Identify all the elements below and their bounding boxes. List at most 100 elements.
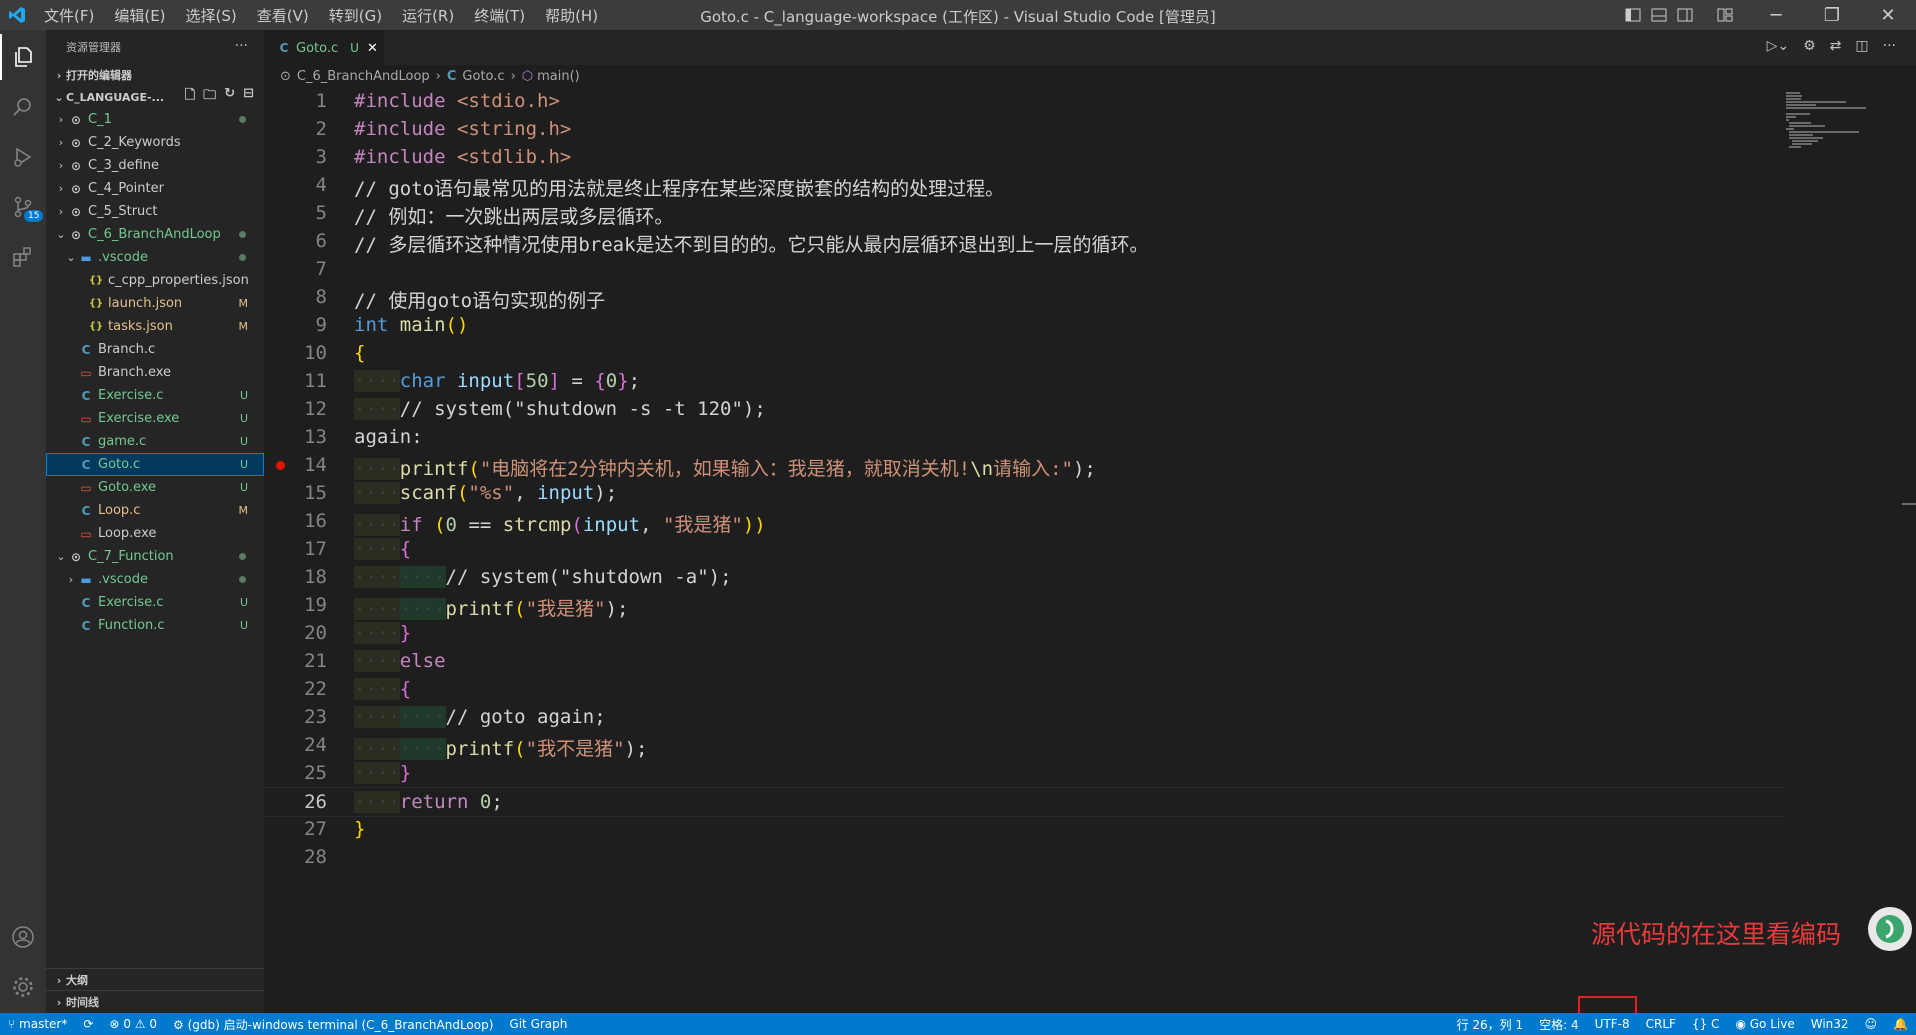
restore-icon[interactable]: ❐ [1804, 0, 1860, 30]
tree-item[interactable]: C Exercise.c U [46, 384, 264, 407]
gear-icon[interactable]: ⚙ [1803, 38, 1816, 54]
extensions-icon[interactable] [0, 234, 46, 280]
scrollbar-track[interactable] [1902, 87, 1916, 1007]
tree-item[interactable]: Cgame.c U [46, 430, 264, 453]
settings-gear-icon[interactable] [0, 964, 46, 1010]
menu-selection[interactable]: 选择(S) [176, 5, 247, 26]
tree-item[interactable]: ▭ Exercise.exe U [46, 407, 264, 430]
minimize-icon[interactable]: ─ [1748, 0, 1804, 30]
git-graph-button[interactable]: Git Graph [501, 1017, 575, 1031]
cursor-position[interactable]: 行 26，列 1 [1449, 1016, 1532, 1033]
code-line: 7 [264, 255, 1784, 283]
end-of-line[interactable]: CRLF [1638, 1017, 1684, 1031]
toggle-panel-icon[interactable] [1646, 0, 1672, 30]
branch-status[interactable]: ⑂ master* [0, 1017, 75, 1031]
menu-terminal[interactable]: 终端(T) [464, 5, 535, 26]
chevron-right-icon: › [58, 205, 64, 218]
collapse-all-icon[interactable]: ⊟ [243, 86, 254, 108]
warning-icon: ⚠ [134, 1017, 146, 1031]
notifications-bell-icon[interactable]: 🔔 [1885, 1017, 1916, 1031]
code-line: 18 ········// system("shutdown -a"); [264, 563, 1784, 591]
code-line: 25 ····} [264, 759, 1784, 787]
more-actions-icon[interactable]: ··· [1883, 38, 1896, 54]
language-label: C [1711, 1017, 1720, 1031]
modified-dot-icon [239, 231, 246, 238]
tree-item[interactable]: C Exercise.c U [46, 591, 264, 614]
toggle-primary-sidebar-icon[interactable] [1620, 0, 1646, 30]
tree-item[interactable]: ▭ Goto.exe U [46, 476, 264, 499]
debug-config-status[interactable]: ⚙ (gdb) 启动-windows terminal (C_6_BranchA… [165, 1016, 501, 1033]
tree-item[interactable]: {} c_cpp_properties.json [46, 269, 264, 292]
code-line: 15 ····scanf("%s", input); [264, 479, 1784, 507]
search-icon[interactable] [0, 84, 46, 130]
run-file-icon[interactable]: ▷⌄ [1767, 38, 1790, 54]
chevron-down-icon: ⌄ [66, 251, 76, 264]
tree-item[interactable]: {} tasks.json M [46, 315, 264, 338]
tree-item[interactable]: › ⊙ C_2_Keywords [46, 131, 264, 154]
git-status-badge: M [238, 320, 249, 333]
tree-item[interactable]: C Branch.c [46, 338, 264, 361]
git-compare-icon[interactable]: ⇄ [1830, 38, 1842, 54]
indentation[interactable]: 空格: 4 [1531, 1016, 1587, 1033]
breadcrumb-folder[interactable]: C_6_BranchAndLoop [297, 69, 430, 84]
minimap[interactable] [1786, 90, 1876, 150]
close-icon[interactable]: ✕ [1860, 0, 1916, 30]
tab-goto-c[interactable]: C Goto.c U ✕ [264, 30, 384, 65]
tab-status: U [350, 41, 359, 55]
run-debug-icon[interactable] [0, 134, 46, 180]
toggle-secondary-sidebar-icon[interactable] [1672, 0, 1698, 30]
encoding[interactable]: UTF-8 [1587, 1017, 1638, 1031]
language-mode[interactable]: {} C [1684, 1017, 1728, 1031]
tab-close-icon[interactable]: ✕ [367, 41, 378, 56]
sync-icon[interactable]: ⟳ [75, 1017, 101, 1031]
c-file-icon: C [81, 388, 91, 403]
tree-item-label: Exercise.c [98, 595, 164, 610]
go-live-button[interactable]: ◉ Go Live [1727, 1017, 1802, 1031]
tree-item[interactable]: ▭ Loop.exe [46, 522, 264, 545]
tree-item[interactable]: ▭ Branch.exe [46, 361, 264, 384]
json-file-icon: {} [88, 321, 104, 332]
tree-item[interactable]: ⌄ ▬ .vscode [46, 246, 264, 269]
explorer-more-icon[interactable]: ··· [235, 38, 248, 54]
menu-run[interactable]: 运行(R) [392, 5, 464, 26]
git-status-badge: U [239, 596, 248, 609]
tree-item[interactable]: › ⊙ C_3_define [46, 154, 264, 177]
timeline-section[interactable]: › 时间线 [46, 990, 264, 1013]
accounts-icon[interactable] [0, 914, 46, 960]
tree-item[interactable]: {} launch.json M [46, 292, 264, 315]
tree-item[interactable]: › ⊙ C_5_Struct [46, 200, 264, 223]
tree-item[interactable]: ⌄ ⊙ C_6_BranchAndLoop [46, 223, 264, 246]
tree-item[interactable]: C Loop.c M [46, 499, 264, 522]
problems-status[interactable]: ⊗ 0 ⚠ 0 [101, 1017, 165, 1031]
tree-item[interactable]: C Function.c U [46, 614, 264, 637]
feedback-icon[interactable]: ☺ [1857, 1017, 1886, 1031]
explorer-sidebar: 资源管理器 ··· › 打开的编辑器 ⌄ C_LANGUAGE-... 🗋 🗀 … [46, 30, 264, 1013]
split-editor-icon[interactable]: ◫ [1855, 38, 1868, 54]
explorer-icon[interactable] [0, 34, 46, 80]
menu-edit[interactable]: 编辑(E) [104, 5, 175, 26]
open-editors-section[interactable]: › 打开的编辑器 [46, 64, 264, 86]
customize-layout-icon[interactable] [1712, 0, 1738, 30]
code-line-current: 26 ····return 0; [264, 787, 1784, 817]
menu-help[interactable]: 帮助(H) [535, 5, 608, 26]
refresh-icon[interactable]: ↻ [224, 86, 235, 108]
menu-go[interactable]: 转到(G) [319, 5, 392, 26]
tree-item[interactable]: › ⊙ C_1 [46, 108, 264, 131]
tree-item[interactable]: ⌄ ⊙ C_7_Function [46, 545, 264, 568]
outline-section[interactable]: › 大纲 [46, 968, 264, 991]
tree-item[interactable]: › ⊙ C_4_Pointer [46, 177, 264, 200]
menu-file[interactable]: 文件(F) [34, 5, 104, 26]
platform[interactable]: Win32 [1803, 1017, 1857, 1031]
menu-view[interactable]: 查看(V) [247, 5, 319, 26]
new-file-icon[interactable]: 🗋 [185, 86, 195, 108]
source-control-icon[interactable]: 15 [0, 184, 46, 230]
code-line: 22 ····{ [264, 675, 1784, 703]
line-number: 28 [304, 846, 327, 868]
workspace-section[interactable]: ⌄ C_LANGUAGE-... 🗋 🗀 ↻ ⊟ [46, 86, 264, 108]
breadcrumb-file[interactable]: Goto.c [462, 69, 504, 84]
tree-item[interactable]: C Goto.c U [46, 453, 264, 476]
breadcrumb-symbol[interactable]: main() [537, 69, 580, 84]
code-line: 9 int main() [264, 311, 1784, 339]
tree-item[interactable]: › ▬ .vscode [46, 568, 264, 591]
new-folder-icon[interactable]: 🗀 [203, 86, 216, 108]
